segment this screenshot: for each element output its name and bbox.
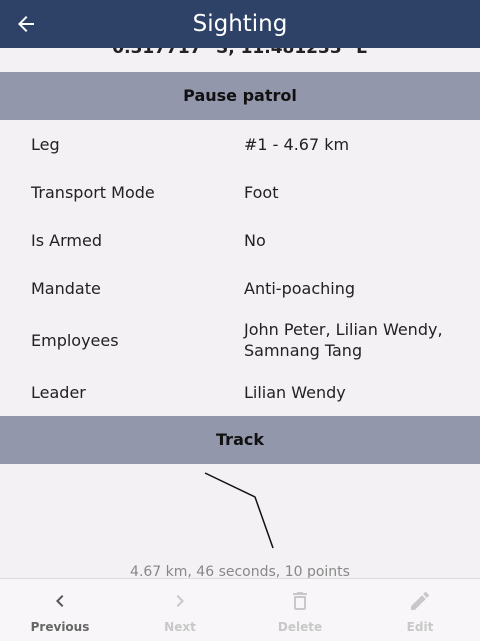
detail-value: #1 - 4.67 km xyxy=(244,134,350,154)
app-bar: Sighting xyxy=(0,0,480,48)
track-line xyxy=(204,472,274,549)
delete-label: Delete xyxy=(277,620,323,634)
detail-row-transport-mode: Transport Mode Foot xyxy=(0,168,480,216)
detail-row-leg: Leg #1 - 4.67 km xyxy=(0,120,480,168)
detail-row-employees: Employees John Peter, Lilian Wendy, Samn… xyxy=(0,312,480,368)
detail-value: John Peter, Lilian Wendy, Samnang Tang xyxy=(244,320,443,360)
pause-patrol-header[interactable]: Pause patrol xyxy=(0,72,480,120)
track-header[interactable]: Track xyxy=(0,416,480,464)
edit-label: Edit xyxy=(406,620,434,634)
detail-label: Is Armed xyxy=(31,230,102,250)
detail-value: Foot xyxy=(244,182,279,202)
pencil-icon xyxy=(411,591,430,610)
previous-label: Previous xyxy=(30,620,90,634)
next-button[interactable]: Next xyxy=(120,579,240,641)
detail-row-mandate: Mandate Anti-poaching xyxy=(0,264,480,312)
detail-value: Anti-poaching xyxy=(244,278,356,298)
delete-button[interactable]: Delete xyxy=(240,579,360,641)
next-label: Next xyxy=(164,620,196,634)
detail-label: Leg xyxy=(31,134,60,154)
detail-value: No xyxy=(244,230,266,250)
chevron-right-icon xyxy=(176,595,184,607)
track-map[interactable] xyxy=(0,464,480,578)
detail-label: Employees xyxy=(31,330,119,350)
detail-label: Mandate xyxy=(31,278,101,298)
trash-icon xyxy=(293,592,307,610)
chevron-left-icon xyxy=(56,595,64,607)
previous-button[interactable]: Previous xyxy=(0,579,120,641)
page-title: Sighting xyxy=(192,11,288,37)
patrol-details: Leg #1 - 4.67 km Transport Mode Foot Is … xyxy=(0,120,480,416)
edit-button[interactable]: Edit xyxy=(360,579,480,641)
detail-label: Transport Mode xyxy=(31,182,155,202)
detail-label: Leader xyxy=(31,382,86,402)
bottom-navigation: Previous Next Delete Edit xyxy=(0,578,480,641)
detail-value: Lilian Wendy xyxy=(244,382,346,402)
detail-row-leader: Leader Lilian Wendy xyxy=(0,368,480,416)
detail-row-is-armed: Is Armed No xyxy=(0,216,480,264)
